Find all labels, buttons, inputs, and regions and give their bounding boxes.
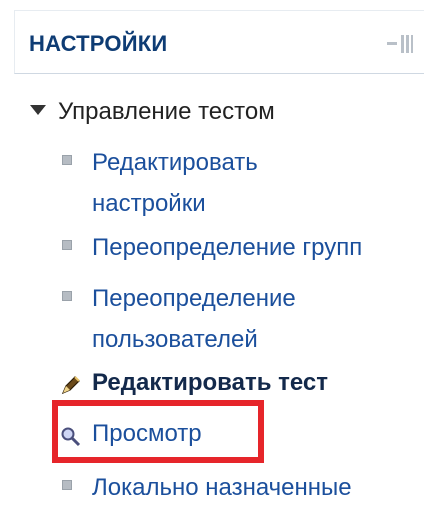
link-locally-assigned[interactable]: Локально назначенные [92, 467, 352, 508]
settings-block: НАСТРОЙКИ Управление тестом Редактироват… [0, 0, 424, 501]
link-user-overrides-line2[interactable]: пользователей [92, 319, 258, 360]
square-bullet-icon [62, 240, 72, 250]
edit-pencil-icon [61, 376, 80, 395]
tree-root-label: Управление тестом [58, 98, 275, 125]
link-edit-settings-line2[interactable]: настройки [92, 183, 206, 224]
link-edit-quiz[interactable]: Редактировать тест [92, 362, 328, 403]
link-group-overrides[interactable]: Переопределение групп [92, 227, 362, 268]
square-bullet-icon [62, 291, 72, 301]
triangle-down-icon[interactable] [30, 104, 46, 115]
square-bullet-icon [62, 155, 72, 165]
square-bullet-icon [62, 480, 72, 490]
tree-root-quiz-admin[interactable]: Управление тестом [30, 95, 275, 128]
link-edit-settings-line1[interactable]: Редактировать [92, 142, 258, 183]
highlight-box [52, 400, 264, 463]
link-user-overrides-line1[interactable]: Переопределение [92, 278, 296, 319]
